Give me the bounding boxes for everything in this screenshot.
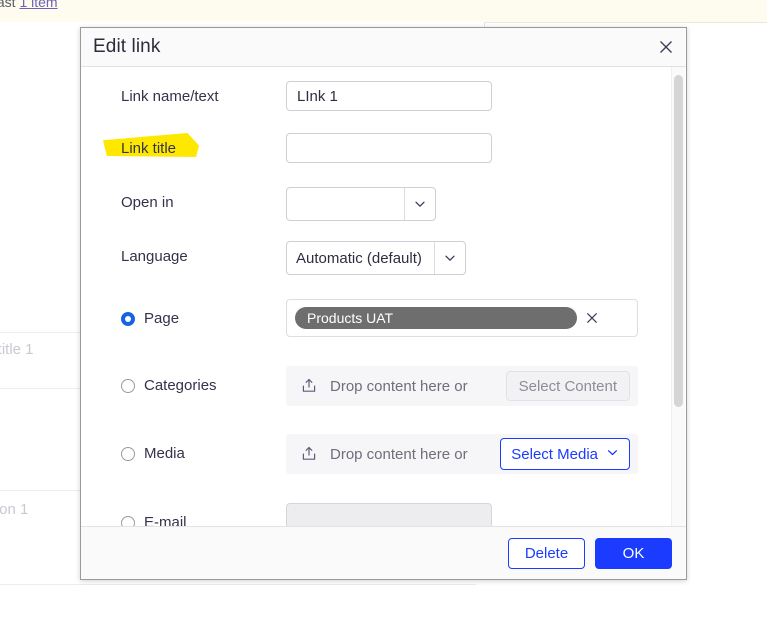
media-control: Drop content here or Select Media	[286, 434, 686, 474]
dialog-title: Edit link	[93, 36, 161, 57]
media-option[interactable]: Media	[121, 434, 286, 464]
link-title-control	[286, 133, 686, 163]
dialog-body: Link name/text Link title Open in	[81, 67, 686, 526]
field-row-link-title: Link title	[81, 133, 686, 187]
chevron-down-icon[interactable]	[404, 188, 435, 220]
dialog-scrollbar-thumb[interactable]	[674, 75, 683, 407]
upload-icon	[300, 445, 322, 463]
dialog-header: Edit link	[81, 28, 686, 67]
select-media-button[interactable]: Select Media	[500, 438, 630, 470]
validation-warning-text: least 1 item	[0, 0, 58, 10]
chevron-down-icon	[606, 446, 619, 463]
radio-page[interactable]	[121, 312, 135, 326]
link-name-control	[286, 81, 686, 111]
field-row-language: Language Automatic (default)	[81, 241, 686, 299]
radio-email[interactable]	[121, 516, 135, 526]
radio-media[interactable]	[121, 447, 135, 461]
link-title-label-text: Link title	[121, 140, 177, 157]
open-in-value	[287, 188, 404, 220]
background-field-label-title: s title 1	[0, 341, 34, 358]
field-row-media: Media Drop content here or Select Media	[81, 434, 686, 503]
email-input[interactable]	[286, 503, 492, 526]
field-row-categories: Categories Drop content here or Select C…	[81, 366, 686, 434]
edit-link-dialog: Edit link Link name/text Link title	[80, 27, 687, 580]
dialog-scrollbar-track[interactable]	[671, 67, 685, 526]
radio-categories[interactable]	[121, 379, 135, 393]
email-label: E-mail	[144, 514, 187, 526]
link-name-label: Link name/text	[121, 88, 219, 105]
categories-option[interactable]: Categories	[121, 366, 286, 396]
page-label: Page	[144, 310, 180, 327]
select-media-label: Select Media	[511, 445, 598, 463]
link-name-input[interactable]	[286, 81, 492, 111]
language-value: Automatic (default)	[296, 249, 422, 267]
page-picker[interactable]: Products UAT	[286, 299, 638, 337]
categories-dropzone[interactable]: Drop content here or Select Content	[286, 366, 638, 406]
dialog-footer: Delete OK	[81, 526, 686, 579]
categories-drop-text: Drop content here or	[330, 377, 468, 395]
close-icon[interactable]	[656, 37, 676, 57]
selected-page-chip[interactable]: Products UAT	[295, 307, 577, 329]
open-in-select[interactable]	[286, 187, 436, 221]
validation-warning-prefix: least 1 item	[0, 0, 58, 10]
media-dropzone[interactable]: Drop content here or Select Media	[286, 434, 638, 474]
upload-icon	[300, 377, 322, 395]
email-control	[286, 503, 686, 526]
field-row-email: E-mail	[81, 503, 686, 526]
language-control: Automatic (default)	[286, 241, 686, 275]
validation-warning-link[interactable]: 1 item	[19, 0, 57, 10]
page-control: Products UAT	[286, 299, 686, 337]
background-field-label-description: scription 1	[0, 501, 29, 518]
field-row-link-name: Link name/text	[81, 81, 686, 133]
media-drop-text: Drop content here or	[330, 445, 468, 463]
chevron-down-icon[interactable]	[434, 242, 465, 274]
field-row-page: Page Products UAT	[81, 299, 686, 366]
language-select[interactable]: Automatic (default)	[286, 241, 466, 275]
email-option[interactable]: E-mail	[121, 503, 286, 526]
categories-control: Drop content here or Select Content	[286, 366, 686, 406]
delete-button[interactable]: Delete	[508, 537, 585, 569]
field-row-open-in: Open in	[81, 187, 686, 241]
open-in-control	[286, 187, 686, 225]
ok-button[interactable]: OK	[595, 537, 672, 569]
validation-warning-bar: least 1 item	[0, 0, 767, 23]
open-in-label: Open in	[121, 194, 174, 211]
page-option[interactable]: Page	[121, 299, 286, 329]
link-title-label: Link title	[103, 133, 286, 159]
categories-label: Categories	[144, 377, 217, 394]
media-label: Media	[144, 445, 185, 462]
select-content-button[interactable]: Select Content	[505, 371, 630, 401]
background-right-column	[484, 575, 767, 623]
background-divider	[0, 584, 476, 585]
clear-page-icon[interactable]	[577, 310, 607, 326]
language-label: Language	[121, 248, 188, 265]
link-title-input[interactable]	[286, 133, 492, 163]
